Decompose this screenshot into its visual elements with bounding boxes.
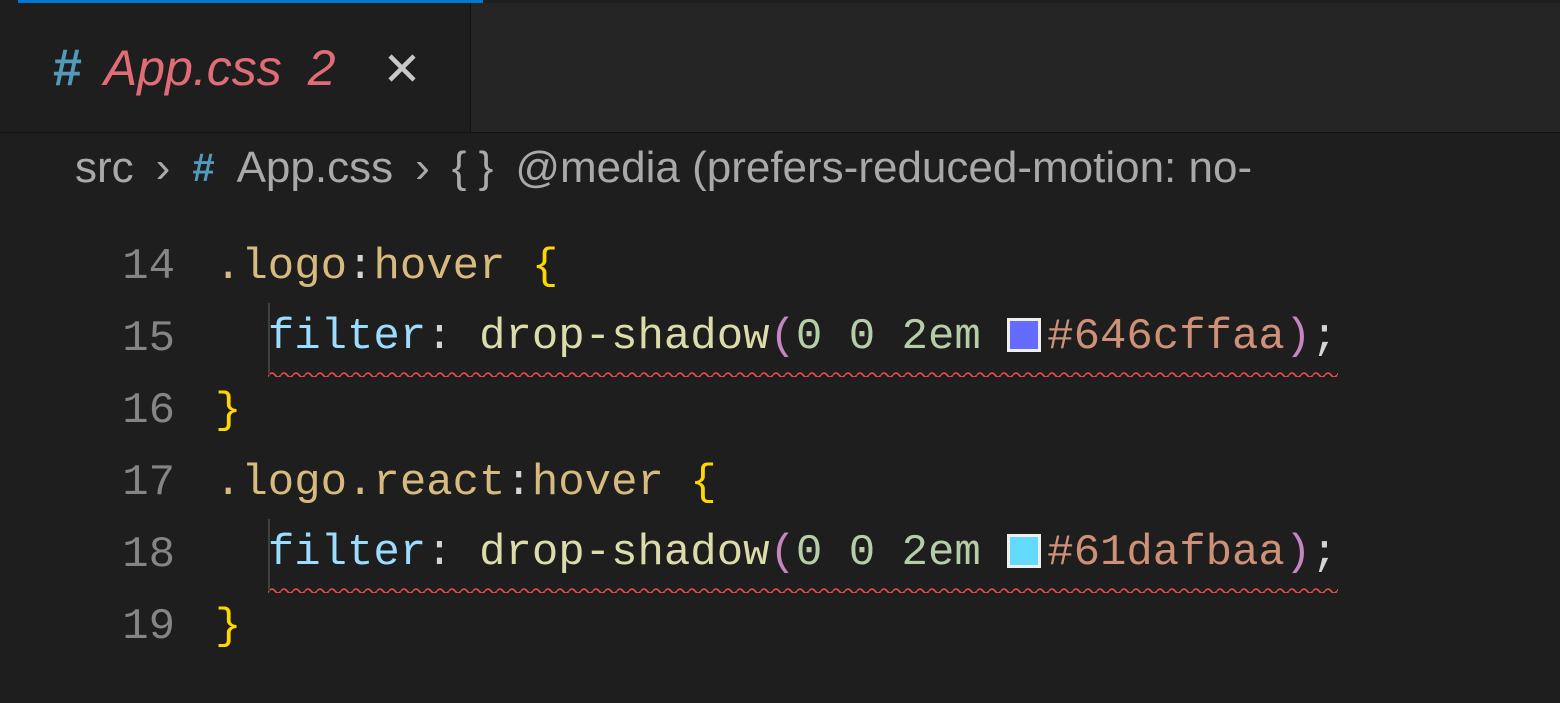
tab-problems-count: 2 <box>308 39 336 97</box>
chevron-right-icon: › <box>415 143 430 193</box>
indent-guide <box>268 519 270 591</box>
code-line[interactable]: .logo.react:hover { <box>215 447 1560 519</box>
close-icon <box>384 50 420 86</box>
line-number: 15 <box>0 303 175 375</box>
css-file-icon: # <box>53 38 82 98</box>
tab-close-button[interactable] <box>384 50 420 86</box>
line-number: 14 <box>0 231 175 303</box>
code-line[interactable]: } <box>215 591 1560 663</box>
tab-bar: # App.css 2 <box>0 3 1560 133</box>
code-editor[interactable]: 141516171819 .logo:hover { filter: drop-… <box>0 203 1560 703</box>
editor-window: # App.css 2 src › # App.css › { } @media… <box>0 0 1560 703</box>
code-line[interactable]: .logo:hover { <box>215 231 1560 303</box>
indent-guide <box>268 303 270 375</box>
css-file-icon: # <box>192 146 214 191</box>
color-swatch[interactable] <box>1007 534 1041 568</box>
code-line[interactable]: filter: drop-shadow(0 0 2em #61dafbaa); <box>215 519 1560 591</box>
tab-app-css[interactable]: # App.css 2 <box>0 3 471 132</box>
lint-error-underline: filter: drop-shadow(0 0 2em #646cffaa); <box>268 301 1338 377</box>
lint-error-underline: filter: drop-shadow(0 0 2em #61dafbaa); <box>268 517 1338 593</box>
line-number: 16 <box>0 375 175 447</box>
breadcrumb[interactable]: src › # App.css › { } @media (prefers-re… <box>0 133 1560 203</box>
braces-icon: { } <box>452 143 494 193</box>
breadcrumb-seg-src[interactable]: src <box>75 143 134 193</box>
chevron-right-icon: › <box>156 143 171 193</box>
breadcrumb-seg-rule[interactable]: @media (prefers-reduced-motion: no- <box>515 143 1252 193</box>
line-number: 17 <box>0 447 175 519</box>
line-number: 18 <box>0 519 175 591</box>
line-number-gutter: 141516171819 <box>0 231 215 703</box>
color-swatch[interactable] <box>1007 318 1041 352</box>
code-area[interactable]: .logo:hover { filter: drop-shadow(0 0 2e… <box>215 231 1560 703</box>
code-line[interactable]: filter: drop-shadow(0 0 2em #646cffaa); <box>215 303 1560 375</box>
breadcrumb-seg-file[interactable]: App.css <box>237 143 394 193</box>
tab-title: App.css <box>104 39 282 97</box>
code-line[interactable]: } <box>215 375 1560 447</box>
line-number: 19 <box>0 591 175 663</box>
